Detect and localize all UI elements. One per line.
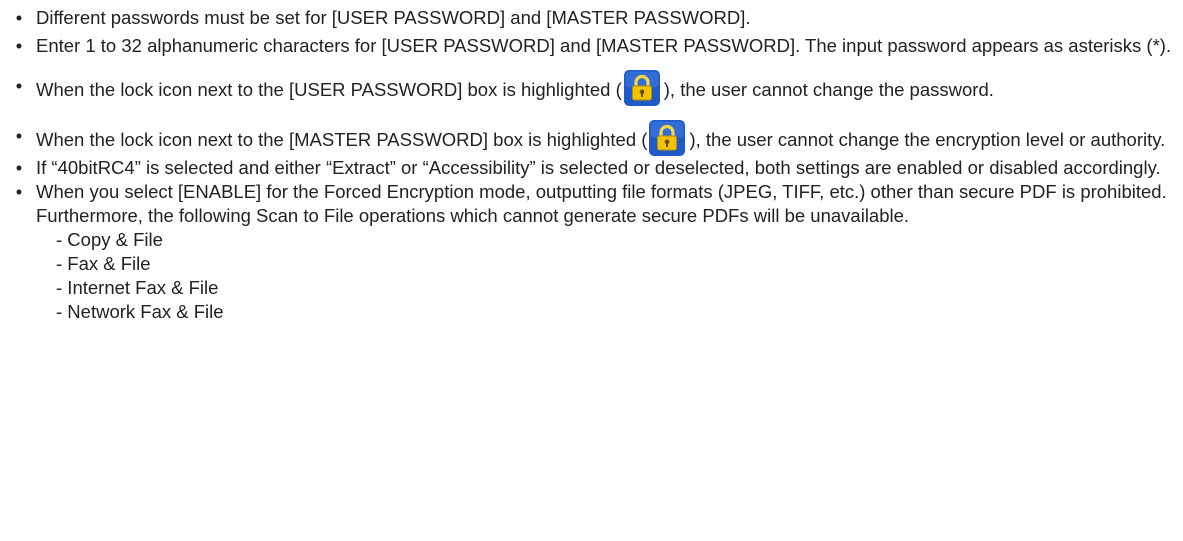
note-text: If “40bitRC4” is selected and either “Ex… [36, 157, 1161, 178]
list-item-user-password-lock: • When the lock icon next to the [USER P… [0, 70, 1175, 106]
bullet-dot: • [15, 125, 23, 146]
note-text-after: ), the user cannot change the password. [663, 79, 994, 100]
lock-icon [649, 120, 686, 156]
sub-list-item-network-fax-file: - Network Fax & File [56, 301, 224, 322]
list-item-password-length: • Enter 1 to 32 alphanumeric characters … [0, 34, 1175, 58]
bullet-dot: • [15, 7, 23, 28]
note-text-after: ), the user cannot change the encryption… [689, 129, 1166, 150]
list-item-forced-encryption: • When you select [ENABLE] for the Force… [0, 180, 1175, 324]
note-text: Different passwords must be set for [USE… [36, 7, 751, 28]
bullet-dot: • [15, 157, 23, 178]
lock-icon [623, 70, 660, 106]
list-item-master-password-lock: • When the lock icon next to the [MASTER… [0, 120, 1175, 156]
list-item-40bitrc4: • If “40bitRC4” is selected and either “… [0, 156, 1175, 180]
sub-list-item-fax-file: - Fax & File [56, 253, 151, 274]
note-text-before: When the lock icon next to the [USER PAS… [36, 79, 622, 100]
bullet-dot: • [15, 35, 23, 56]
note-text: When you select [ENABLE] for the Forced … [36, 181, 1167, 226]
sub-list-item-copy-file: - Copy & File [56, 229, 163, 250]
bullet-dot: • [15, 75, 23, 96]
bullet-dot: • [15, 181, 23, 202]
list-item-different-passwords: • Different passwords must be set for [U… [0, 6, 1175, 30]
sub-list-item-internet-fax-file: - Internet Fax & File [56, 277, 219, 298]
document-page: • Different passwords must be set for [U… [0, 0, 1183, 541]
unavailable-operations-list: - Copy & File - Fax & File - Internet Fa… [36, 228, 1175, 324]
notes-list: • Different passwords must be set for [U… [0, 0, 1175, 324]
note-text-before: When the lock icon next to the [MASTER P… [36, 129, 648, 150]
note-text: Enter 1 to 32 alphanumeric characters fo… [36, 35, 1172, 56]
